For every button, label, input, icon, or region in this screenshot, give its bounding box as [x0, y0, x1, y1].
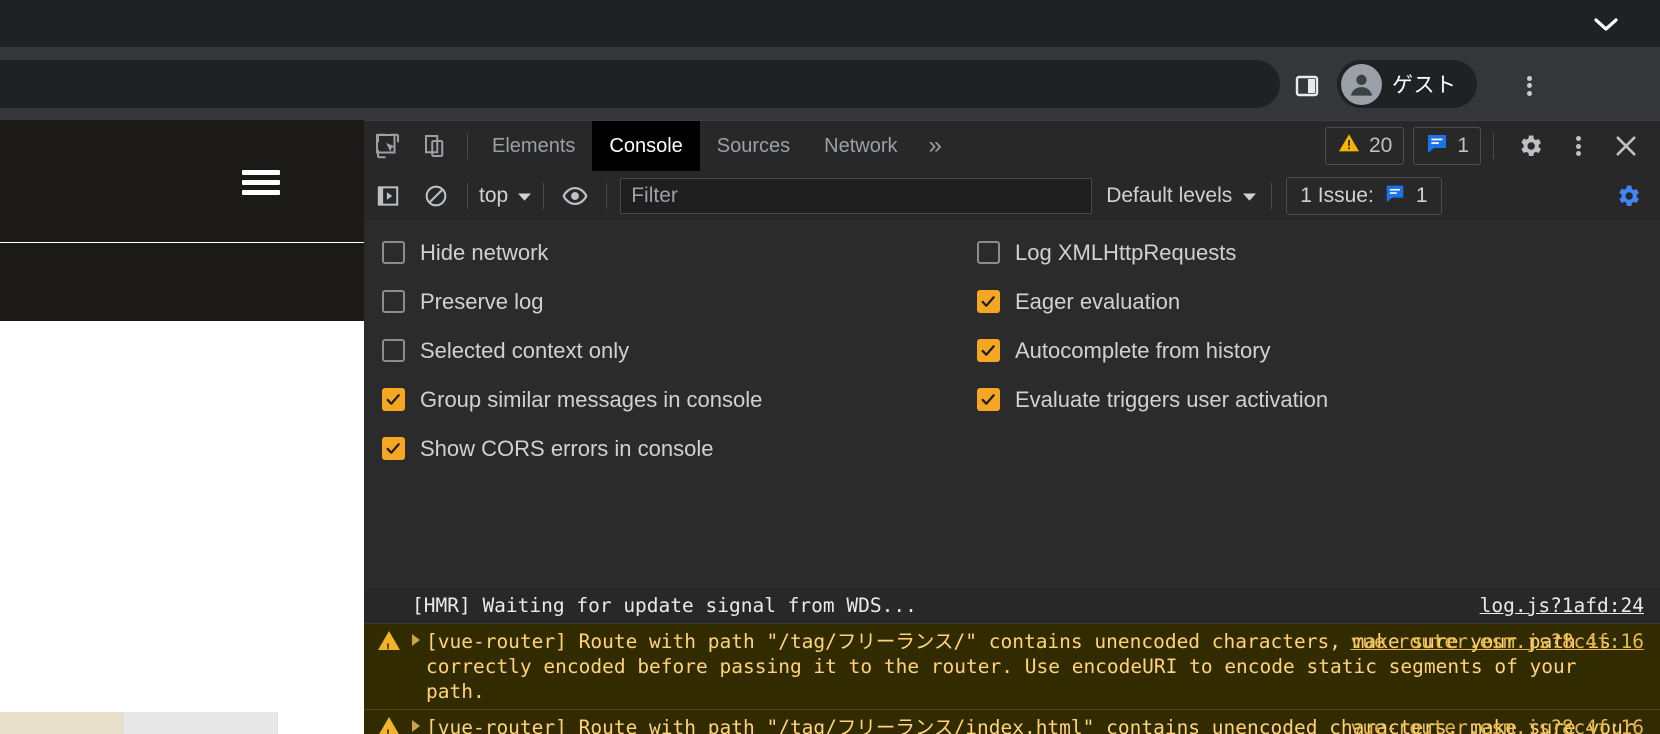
hamburger-menu-icon[interactable] [242, 170, 280, 200]
kebab-menu-icon[interactable] [1503, 49, 1555, 122]
setting-show-cors-errors[interactable]: Show CORS errors in console [382, 424, 762, 473]
issues-chip[interactable]: 1 Issue: 1 [1286, 176, 1442, 215]
warning-count-chip[interactable]: 20 [1324, 127, 1405, 165]
setting-label: Selected context only [420, 337, 630, 363]
setting-hide-network[interactable]: Hide network [382, 228, 762, 277]
console-message-warning[interactable]: [vue-router] Route with path "/tag/フリーラン… [364, 624, 1660, 710]
setting-selected-context-only[interactable]: Selected context only [382, 326, 762, 375]
console-message-source-link[interactable]: vue-router.esm.js?8c4f:16 [1351, 715, 1645, 734]
issue-count-chip[interactable]: 1 [1413, 127, 1481, 165]
setting-label: Autocomplete from history [1015, 337, 1271, 363]
issue-message-icon [1425, 131, 1449, 161]
setting-label: Eager evaluation [1015, 288, 1181, 314]
console-message-text: [HMR] Waiting for update signal from WDS… [412, 594, 917, 617]
thumbnail-photo [0, 712, 124, 734]
console-settings-left-column: Hide network Preserve log Selected conte… [382, 228, 762, 473]
side-panel-icon[interactable] [1283, 49, 1331, 122]
devtools-tab-bar: Elements Console Sources Network » 20 1 [364, 121, 1660, 171]
profile-name: ゲスト [1392, 74, 1457, 97]
toolbar-separator [467, 133, 468, 159]
console-message-info[interactable]: [HMR] Waiting for update signal from WDS… [364, 588, 1660, 624]
log-levels-selector[interactable]: Default levels [1106, 184, 1257, 208]
setting-label: Evaluate triggers user activation [1015, 386, 1329, 412]
expand-arrow-icon[interactable] [412, 720, 420, 732]
devtools-panel: Elements Console Sources Network » 20 1 … [364, 120, 1660, 734]
checkbox-checked-icon[interactable] [977, 388, 1000, 411]
setting-autocomplete-from-history[interactable]: Autocomplete from history [977, 326, 1328, 375]
execution-context-value: top [479, 183, 509, 207]
article-thumbnail[interactable] [0, 712, 278, 734]
console-message-list[interactable]: [HMR] Waiting for update signal from WDS… [364, 588, 1660, 734]
warning-triangle-icon [378, 717, 412, 734]
checkbox-unchecked-icon[interactable] [382, 290, 405, 313]
setting-label: Hide network [420, 239, 549, 265]
filter-input[interactable]: Filter [620, 177, 1093, 214]
tab-console[interactable]: Console [592, 121, 700, 171]
issue-count: 1 [1457, 134, 1469, 157]
chevron-down-icon [517, 184, 532, 208]
log-levels-value: Default levels [1106, 183, 1233, 207]
checkbox-unchecked-icon[interactable] [382, 241, 405, 264]
setting-evaluate-triggers-user-activation[interactable]: Evaluate triggers user activation [977, 375, 1328, 424]
page-viewport [0, 120, 364, 734]
console-message-source-link[interactable]: vue-router.esm.js?8c4f:16 [1351, 629, 1645, 654]
console-message-warning[interactable]: [vue-router] Route with path "/tag/フリーラン… [364, 710, 1660, 734]
kebab-menu-icon[interactable] [1554, 121, 1602, 171]
checkbox-checked-icon[interactable] [382, 437, 405, 460]
address-bar[interactable] [0, 60, 1280, 108]
close-icon[interactable] [1602, 121, 1650, 171]
tab-network[interactable]: Network [807, 121, 914, 171]
site-subheader [0, 243, 364, 321]
site-header [0, 120, 364, 242]
console-filter-bar: top Filter Default levels 1 Issue: 1 [364, 171, 1660, 221]
more-tabs-icon[interactable]: » [915, 132, 956, 160]
setting-label: Preserve log [420, 288, 544, 314]
site-body [0, 321, 364, 734]
console-sidebar-icon[interactable] [364, 171, 412, 221]
device-toolbar-icon[interactable] [412, 121, 460, 171]
setting-eager-evaluation[interactable]: Eager evaluation [977, 277, 1328, 326]
checkbox-unchecked-icon[interactable] [977, 241, 1000, 264]
checkbox-unchecked-icon[interactable] [382, 339, 405, 362]
clear-console-icon[interactable] [412, 171, 460, 221]
issues-label: 1 Issue: [1300, 183, 1374, 207]
tab-sources[interactable]: Sources [700, 121, 807, 171]
setting-label: Show CORS errors in console [420, 435, 714, 461]
checkbox-checked-icon[interactable] [977, 290, 1000, 313]
warning-triangle-icon [1337, 131, 1361, 161]
eye-icon[interactable] [551, 171, 599, 221]
tab-elements[interactable]: Elements [475, 121, 592, 171]
setting-log-xmlhttprequests[interactable]: Log XMLHttpRequests [977, 228, 1328, 277]
issues-count: 1 [1415, 183, 1428, 207]
inspect-element-icon[interactable] [364, 121, 412, 171]
setting-preserve-log[interactable]: Preserve log [382, 277, 762, 326]
setting-label: Log XMLHttpRequests [1015, 239, 1237, 265]
console-message-source-link[interactable]: log.js?1afd:24 [1480, 593, 1644, 618]
execution-context-selector[interactable]: top [475, 184, 536, 208]
setting-label: Group similar messages in console [420, 386, 763, 412]
console-settings-gear-icon[interactable] [1604, 171, 1660, 221]
warning-triangle-icon [378, 631, 412, 661]
expand-arrow-icon[interactable] [412, 634, 420, 646]
checkbox-checked-icon[interactable] [382, 388, 405, 411]
chevron-down-icon [1242, 184, 1257, 208]
chevron-down-icon[interactable] [1578, 0, 1634, 47]
avatar [1341, 63, 1382, 105]
issue-message-icon [1384, 182, 1406, 210]
console-settings-right-column: Log XMLHttpRequests Eager evaluation Aut… [977, 228, 1328, 424]
setting-group-similar-messages[interactable]: Group similar messages in console [382, 375, 762, 424]
checkbox-checked-icon[interactable] [977, 339, 1000, 362]
warning-count: 20 [1368, 134, 1393, 157]
profile-chip[interactable]: ゲスト [1337, 60, 1477, 108]
console-settings-pane: Hide network Preserve log Selected conte… [364, 220, 1660, 589]
gear-icon[interactable] [1506, 121, 1554, 171]
browser-tab-strip [0, 0, 1660, 47]
